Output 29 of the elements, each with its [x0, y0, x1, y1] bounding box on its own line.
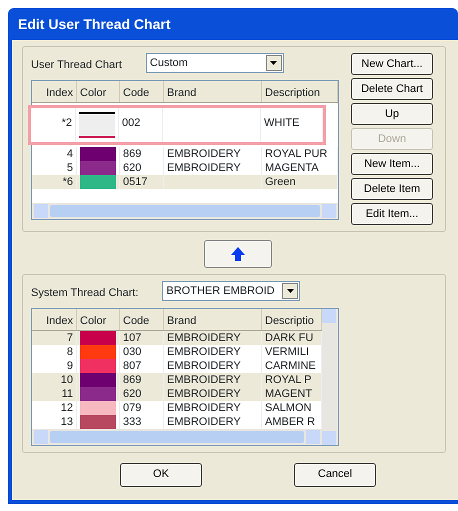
action-button[interactable]: Delete Item — [351, 178, 433, 200]
column-header[interactable]: Index — [32, 308, 77, 330]
dropdown-field[interactable]: BROTHER EMBROID — [162, 281, 300, 301]
action-button[interactable]: Edit Item... — [351, 203, 433, 225]
column-header[interactable]: Brand — [164, 80, 262, 102]
field-label: System Thread Chart: — [31, 286, 138, 301]
column-header[interactable]: Brand — [164, 308, 262, 330]
column-header[interactable]: Code — [120, 80, 164, 102]
dropdown-field[interactable]: Custom — [146, 53, 284, 73]
field-label: User Thread Chart — [31, 58, 122, 73]
list-row[interactable]: 10 869 EMBROIDERY ROYAL P — [32, 372, 322, 386]
list-row[interactable]: *2 002 WHITE — [31, 108, 323, 142]
action-button[interactable]: Delete Chart — [351, 78, 433, 100]
window-title: Edit User Thread Chart — [17, 15, 172, 34]
column-header[interactable]: Code — [120, 308, 164, 330]
column-header[interactable]: Description — [262, 80, 338, 102]
column-header[interactable]: Index — [32, 80, 77, 102]
list-row[interactable]: 11 620 EMBROIDERY MAGENT — [32, 386, 322, 400]
column-header[interactable]: Color — [77, 80, 120, 102]
action-button[interactable]: New Chart... — [351, 53, 433, 75]
action-button[interactable]: New Item... — [351, 153, 433, 175]
list-row[interactable]: 12 079 EMBROIDERY SALMON — [32, 400, 322, 414]
list-row[interactable]: 8 030 EMBROIDERY VERMILI — [32, 344, 322, 358]
column-header[interactable]: Color — [77, 308, 120, 330]
dialog-button[interactable]: OK — [120, 462, 202, 486]
dialog-button[interactable]: Cancel — [294, 462, 376, 486]
list-row[interactable]: *6 0517 Green — [32, 174, 338, 188]
list-row[interactable]: 7 107 EMBROIDERY DARK FU — [32, 330, 322, 344]
action-button[interactable]: Up — [351, 103, 433, 125]
